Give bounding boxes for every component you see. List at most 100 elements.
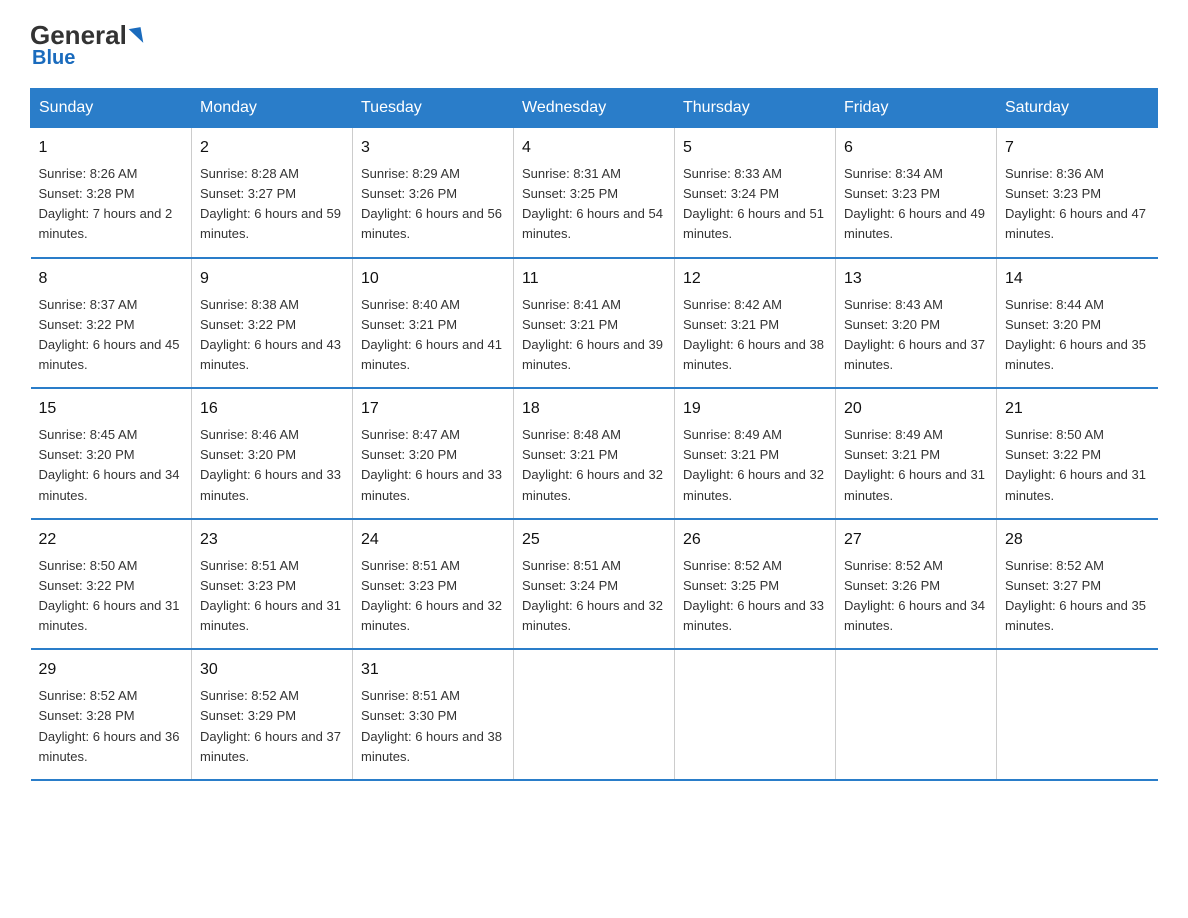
day-number: 16 [200,397,344,421]
calendar-cell: 2 Sunrise: 8:28 AMSunset: 3:27 PMDayligh… [192,128,353,258]
day-info: Sunrise: 8:52 AMSunset: 3:28 PMDaylight:… [39,686,184,767]
day-info: Sunrise: 8:38 AMSunset: 3:22 PMDaylight:… [200,295,344,376]
day-number: 11 [522,267,666,291]
calendar-cell: 28 Sunrise: 8:52 AMSunset: 3:27 PMDaylig… [997,519,1158,650]
calendar-cell: 19 Sunrise: 8:49 AMSunset: 3:21 PMDaylig… [675,388,836,519]
calendar-cell: 15 Sunrise: 8:45 AMSunset: 3:20 PMDaylig… [31,388,192,519]
calendar-cell: 31 Sunrise: 8:51 AMSunset: 3:30 PMDaylig… [353,649,514,780]
day-info: Sunrise: 8:29 AMSunset: 3:26 PMDaylight:… [361,164,505,245]
day-info: Sunrise: 8:48 AMSunset: 3:21 PMDaylight:… [522,425,666,506]
calendar-cell: 26 Sunrise: 8:52 AMSunset: 3:25 PMDaylig… [675,519,836,650]
day-number: 25 [522,528,666,552]
day-number: 29 [39,658,184,682]
day-info: Sunrise: 8:41 AMSunset: 3:21 PMDaylight:… [522,295,666,376]
week-row-5: 29 Sunrise: 8:52 AMSunset: 3:28 PMDaylig… [31,649,1158,780]
day-number: 24 [361,528,505,552]
day-info: Sunrise: 8:37 AMSunset: 3:22 PMDaylight:… [39,295,184,376]
day-number: 31 [361,658,505,682]
weekday-header-sunday: Sunday [31,89,192,128]
calendar-cell: 23 Sunrise: 8:51 AMSunset: 3:23 PMDaylig… [192,519,353,650]
day-number: 22 [39,528,184,552]
day-info: Sunrise: 8:34 AMSunset: 3:23 PMDaylight:… [844,164,988,245]
day-number: 4 [522,136,666,160]
day-number: 3 [361,136,505,160]
calendar-cell: 10 Sunrise: 8:40 AMSunset: 3:21 PMDaylig… [353,258,514,389]
day-number: 27 [844,528,988,552]
day-info: Sunrise: 8:31 AMSunset: 3:25 PMDaylight:… [522,164,666,245]
weekday-header-saturday: Saturday [997,89,1158,128]
weekday-header-monday: Monday [192,89,353,128]
weekday-header-wednesday: Wednesday [514,89,675,128]
day-number: 14 [1005,267,1150,291]
calendar-cell: 9 Sunrise: 8:38 AMSunset: 3:22 PMDayligh… [192,258,353,389]
day-number: 28 [1005,528,1150,552]
calendar-cell: 7 Sunrise: 8:36 AMSunset: 3:23 PMDayligh… [997,128,1158,258]
day-info: Sunrise: 8:36 AMSunset: 3:23 PMDaylight:… [1005,164,1150,245]
week-row-2: 8 Sunrise: 8:37 AMSunset: 3:22 PMDayligh… [31,258,1158,389]
calendar-cell: 30 Sunrise: 8:52 AMSunset: 3:29 PMDaylig… [192,649,353,780]
day-number: 12 [683,267,827,291]
day-info: Sunrise: 8:51 AMSunset: 3:23 PMDaylight:… [361,556,505,637]
calendar-cell: 5 Sunrise: 8:33 AMSunset: 3:24 PMDayligh… [675,128,836,258]
day-info: Sunrise: 8:28 AMSunset: 3:27 PMDaylight:… [200,164,344,245]
day-info: Sunrise: 8:49 AMSunset: 3:21 PMDaylight:… [683,425,827,506]
day-number: 20 [844,397,988,421]
day-number: 23 [200,528,344,552]
calendar-cell: 3 Sunrise: 8:29 AMSunset: 3:26 PMDayligh… [353,128,514,258]
calendar-cell [514,649,675,780]
day-info: Sunrise: 8:51 AMSunset: 3:30 PMDaylight:… [361,686,505,767]
calendar-cell: 16 Sunrise: 8:46 AMSunset: 3:20 PMDaylig… [192,388,353,519]
calendar-cell: 8 Sunrise: 8:37 AMSunset: 3:22 PMDayligh… [31,258,192,389]
day-number: 6 [844,136,988,160]
weekday-header-friday: Friday [836,89,997,128]
calendar-cell: 24 Sunrise: 8:51 AMSunset: 3:23 PMDaylig… [353,519,514,650]
calendar-cell: 6 Sunrise: 8:34 AMSunset: 3:23 PMDayligh… [836,128,997,258]
day-info: Sunrise: 8:49 AMSunset: 3:21 PMDaylight:… [844,425,988,506]
day-info: Sunrise: 8:50 AMSunset: 3:22 PMDaylight:… [39,556,184,637]
calendar-cell: 18 Sunrise: 8:48 AMSunset: 3:21 PMDaylig… [514,388,675,519]
calendar-table: SundayMondayTuesdayWednesdayThursdayFrid… [30,88,1158,781]
calendar-cell: 11 Sunrise: 8:41 AMSunset: 3:21 PMDaylig… [514,258,675,389]
day-number: 7 [1005,136,1150,160]
calendar-cell: 13 Sunrise: 8:43 AMSunset: 3:20 PMDaylig… [836,258,997,389]
logo-blue-text: Blue [32,47,75,70]
day-number: 19 [683,397,827,421]
day-info: Sunrise: 8:52 AMSunset: 3:25 PMDaylight:… [683,556,827,637]
day-number: 1 [39,136,184,160]
calendar-cell [675,649,836,780]
day-number: 15 [39,397,184,421]
day-info: Sunrise: 8:44 AMSunset: 3:20 PMDaylight:… [1005,295,1150,376]
week-row-4: 22 Sunrise: 8:50 AMSunset: 3:22 PMDaylig… [31,519,1158,650]
weekday-header-thursday: Thursday [675,89,836,128]
week-row-1: 1 Sunrise: 8:26 AMSunset: 3:28 PMDayligh… [31,128,1158,258]
day-number: 13 [844,267,988,291]
day-number: 10 [361,267,505,291]
day-number: 26 [683,528,827,552]
day-info: Sunrise: 8:46 AMSunset: 3:20 PMDaylight:… [200,425,344,506]
day-info: Sunrise: 8:51 AMSunset: 3:24 PMDaylight:… [522,556,666,637]
day-info: Sunrise: 8:47 AMSunset: 3:20 PMDaylight:… [361,425,505,506]
calendar-cell: 4 Sunrise: 8:31 AMSunset: 3:25 PMDayligh… [514,128,675,258]
calendar-cell: 22 Sunrise: 8:50 AMSunset: 3:22 PMDaylig… [31,519,192,650]
day-info: Sunrise: 8:52 AMSunset: 3:26 PMDaylight:… [844,556,988,637]
day-info: Sunrise: 8:26 AMSunset: 3:28 PMDaylight:… [39,164,184,245]
logo-triangle-icon [129,27,144,45]
calendar-cell: 29 Sunrise: 8:52 AMSunset: 3:28 PMDaylig… [31,649,192,780]
calendar-cell: 14 Sunrise: 8:44 AMSunset: 3:20 PMDaylig… [997,258,1158,389]
logo: General Blue [30,20,142,70]
day-number: 18 [522,397,666,421]
day-info: Sunrise: 8:52 AMSunset: 3:29 PMDaylight:… [200,686,344,767]
week-row-3: 15 Sunrise: 8:45 AMSunset: 3:20 PMDaylig… [31,388,1158,519]
day-number: 8 [39,267,184,291]
calendar-cell: 21 Sunrise: 8:50 AMSunset: 3:22 PMDaylig… [997,388,1158,519]
day-number: 5 [683,136,827,160]
day-info: Sunrise: 8:33 AMSunset: 3:24 PMDaylight:… [683,164,827,245]
calendar-cell: 20 Sunrise: 8:49 AMSunset: 3:21 PMDaylig… [836,388,997,519]
day-number: 17 [361,397,505,421]
weekday-header-tuesday: Tuesday [353,89,514,128]
day-number: 2 [200,136,344,160]
calendar-cell [836,649,997,780]
calendar-cell [997,649,1158,780]
calendar-cell: 17 Sunrise: 8:47 AMSunset: 3:20 PMDaylig… [353,388,514,519]
day-info: Sunrise: 8:42 AMSunset: 3:21 PMDaylight:… [683,295,827,376]
